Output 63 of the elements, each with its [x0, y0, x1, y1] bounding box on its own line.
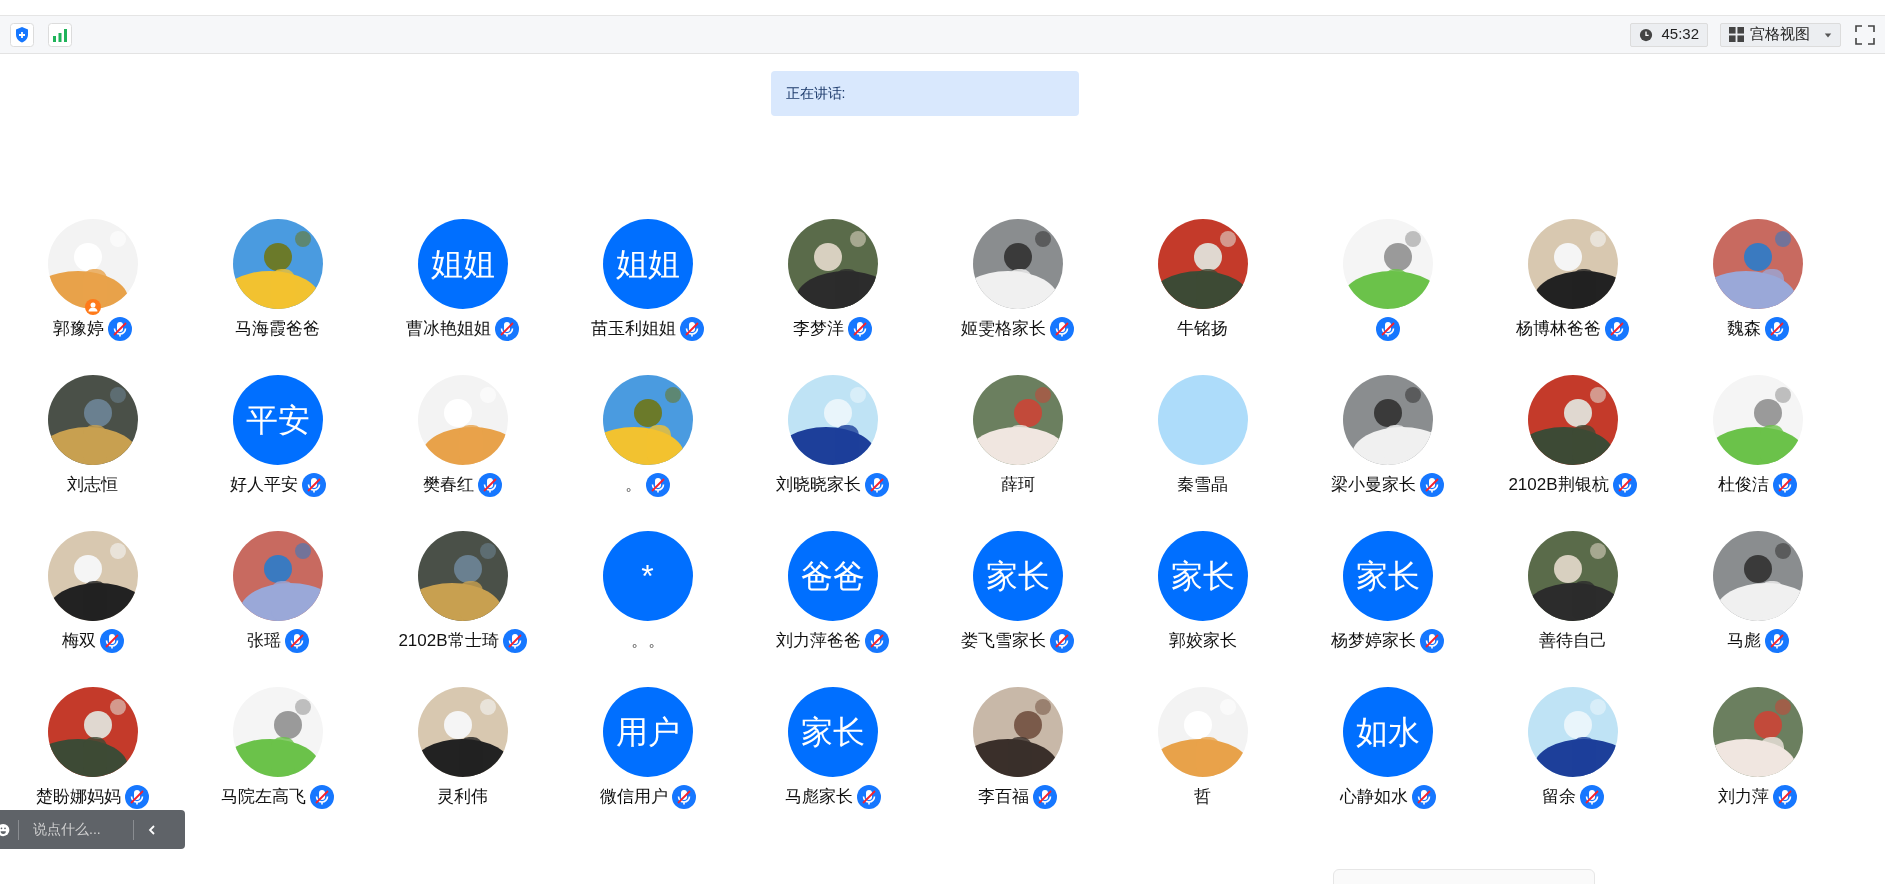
participant-name: 郭豫婷: [53, 318, 104, 341]
participant-name: 曹冰艳姐姐: [406, 318, 491, 341]
participant-name: 牛铭扬: [1177, 318, 1228, 341]
avatar: 姐姐: [602, 219, 693, 309]
participant-name: 杨博林爸爸: [1516, 318, 1601, 341]
participant-name: 心静如水: [1339, 786, 1408, 809]
participant-name: 2102B常士琦: [398, 630, 499, 653]
avatar: 如水: [1342, 687, 1433, 777]
participant-name: 薛珂: [1000, 474, 1035, 497]
shield-icon[interactable]: [10, 22, 34, 47]
caret-icon: [1824, 30, 1832, 39]
participant-name: 杨梦婷家长: [1331, 630, 1416, 653]
participant-name: 李百福: [978, 786, 1029, 809]
avatar: 家长: [1157, 531, 1248, 621]
participant-name: 马海霞爸爸: [235, 318, 320, 341]
participant-name: 马彪: [1726, 630, 1761, 653]
participant-name: 郭姣家长: [1168, 630, 1237, 653]
timer-text: 45:32: [1661, 24, 1699, 45]
participant-name: 刘力萍: [1718, 786, 1769, 809]
participant-name: 2102B荆银杭: [1508, 474, 1609, 497]
speaking-banner: 正在讲话:: [770, 71, 1079, 116]
participant-name: 哲: [1194, 786, 1211, 809]
participant-name: 灵利伟: [437, 786, 488, 809]
view-button[interactable]: 宫格视图: [1720, 22, 1841, 47]
emoji-icon[interactable]: [0, 821, 12, 838]
participant-name: 微信用户: [599, 786, 668, 809]
participant-name: 魏森: [1726, 318, 1761, 341]
participant-name: 。。: [630, 630, 665, 653]
participant-name: 留余: [1541, 786, 1576, 809]
clock-icon: [1639, 27, 1654, 42]
participant-name: 梁小曼家长: [1331, 474, 1416, 497]
avatar: 家长: [972, 531, 1063, 621]
avatar: *: [602, 531, 693, 621]
participant-name: 马彪家长: [784, 786, 853, 809]
signal-icon[interactable]: [48, 22, 72, 47]
participant-name: 好人平安: [229, 474, 298, 497]
avatar: 用户: [602, 687, 693, 777]
participant-name: 梅双: [61, 630, 96, 653]
participant-name: 刘力萍爸爸: [776, 630, 861, 653]
participant-name: 。: [625, 474, 642, 497]
participant-name: 姬雯格家长: [961, 318, 1046, 341]
avatar: 爸爸: [787, 531, 878, 621]
participant-name: 张瑶: [246, 630, 281, 653]
collapse-icon[interactable]: [146, 823, 158, 836]
chat-field[interactable]: 说点什么...: [0, 810, 185, 849]
participant-name: 刘志恒: [67, 474, 118, 497]
chat-input[interactable]: 说点什么...: [33, 819, 133, 840]
fullscreen-icon[interactable]: [1855, 24, 1875, 45]
participant-name: 马院左高飞: [221, 786, 306, 809]
participant-name: 秦雪晶: [1177, 474, 1228, 497]
participant-name: 李梦洋: [793, 318, 844, 341]
participant-name: 樊春红: [423, 474, 474, 497]
avatar: 家长: [1342, 531, 1433, 621]
participant-name: 刘晓晓家长: [776, 474, 861, 497]
avatar: 家长: [787, 687, 878, 777]
participant-name: 苗玉利姐姐: [591, 318, 676, 341]
avatar: 姐姐: [417, 219, 508, 309]
grid-icon: [1729, 27, 1744, 42]
participant-name: 娄飞雪家长: [961, 630, 1046, 653]
participant-name: 善待自己: [1538, 630, 1607, 653]
avatar: 平安: [232, 375, 323, 465]
participant-name: 楚盼娜妈妈: [36, 786, 121, 809]
participant-name: 杜俊洁: [1718, 474, 1769, 497]
